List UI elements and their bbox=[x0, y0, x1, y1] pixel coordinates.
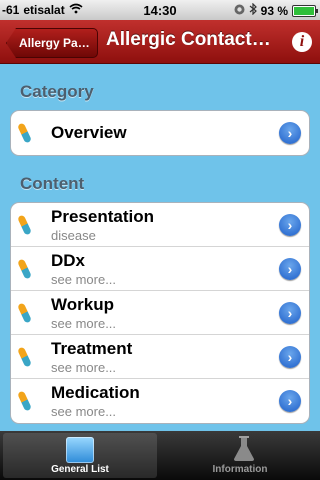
list-item-treatment[interactable]: Treatment see more... › bbox=[11, 335, 309, 379]
list-item-subtitle: see more... bbox=[51, 316, 117, 331]
back-button[interactable]: Allergy Pat… bbox=[6, 28, 98, 58]
list-item-title: Workup bbox=[51, 295, 114, 314]
list-item-subtitle: see more... bbox=[51, 272, 117, 287]
pill-icon bbox=[17, 258, 32, 280]
disclosure-arrow-icon[interactable]: › bbox=[279, 390, 301, 412]
disclosure-arrow-icon[interactable]: › bbox=[279, 214, 301, 236]
bluetooth-icon bbox=[249, 2, 257, 18]
tab-general-list[interactable]: General List bbox=[3, 433, 157, 478]
list-item-workup[interactable]: Workup see more... › bbox=[11, 291, 309, 335]
content-header: Content bbox=[20, 174, 85, 193]
disclosure-arrow-icon[interactable]: › bbox=[279, 122, 301, 144]
tab-label: General List bbox=[51, 464, 109, 475]
list-item-title: Overview bbox=[51, 123, 127, 142]
flask-icon bbox=[230, 435, 258, 463]
status-right: 93 % bbox=[234, 2, 318, 18]
pill-icon bbox=[17, 390, 32, 412]
content-group: Presentation disease › DDx see more... ›… bbox=[10, 202, 310, 424]
info-icon[interactable]: i bbox=[292, 32, 312, 52]
category-header: Category bbox=[20, 82, 94, 101]
list-item-subtitle: see more... bbox=[51, 360, 117, 375]
pill-icon bbox=[17, 346, 32, 368]
status-bar: -61 etisalat 14:30 93 % bbox=[0, 0, 320, 20]
navigation-bar: Allergy Pat… Allergic Contact… i bbox=[0, 20, 320, 64]
lock-rotation-icon bbox=[234, 4, 245, 18]
list-item-title: DDx bbox=[51, 251, 86, 270]
tab-bar: General List Information bbox=[0, 431, 320, 480]
pill-icon bbox=[17, 214, 32, 236]
tab-label: Information bbox=[212, 464, 268, 475]
list-item-subtitle: see more... bbox=[51, 404, 117, 419]
pill-icon bbox=[17, 302, 32, 324]
list-item-medication[interactable]: Medication see more... › bbox=[11, 379, 309, 423]
list-item-overview[interactable]: Overview › bbox=[11, 111, 309, 155]
battery-icon bbox=[292, 4, 318, 17]
list-item-presentation[interactable]: Presentation disease › bbox=[11, 203, 309, 247]
list-item-title: Presentation bbox=[51, 207, 154, 226]
disclosure-arrow-icon[interactable]: › bbox=[279, 258, 301, 280]
category-group: Overview › bbox=[10, 110, 310, 156]
list-item-title: Medication bbox=[51, 383, 140, 402]
list-item-ddx[interactable]: DDx see more... › bbox=[11, 247, 309, 291]
list-icon bbox=[66, 437, 94, 463]
pill-icon bbox=[17, 122, 32, 144]
disclosure-arrow-icon[interactable]: › bbox=[279, 346, 301, 368]
page-title: Allergic Contact… bbox=[106, 29, 271, 50]
disclosure-arrow-icon[interactable]: › bbox=[279, 302, 301, 324]
list-item-title: Treatment bbox=[51, 339, 133, 358]
battery-percent: 93 % bbox=[260, 3, 288, 18]
list-item-subtitle: disease bbox=[51, 228, 96, 243]
